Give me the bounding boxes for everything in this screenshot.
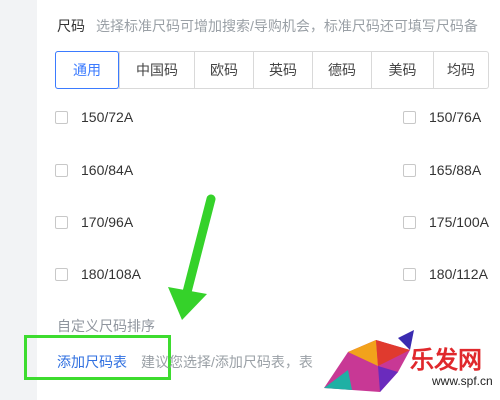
watermark-brand: 乐发网 bbox=[410, 345, 482, 374]
watermark-url: www.spf.cn bbox=[432, 374, 493, 388]
